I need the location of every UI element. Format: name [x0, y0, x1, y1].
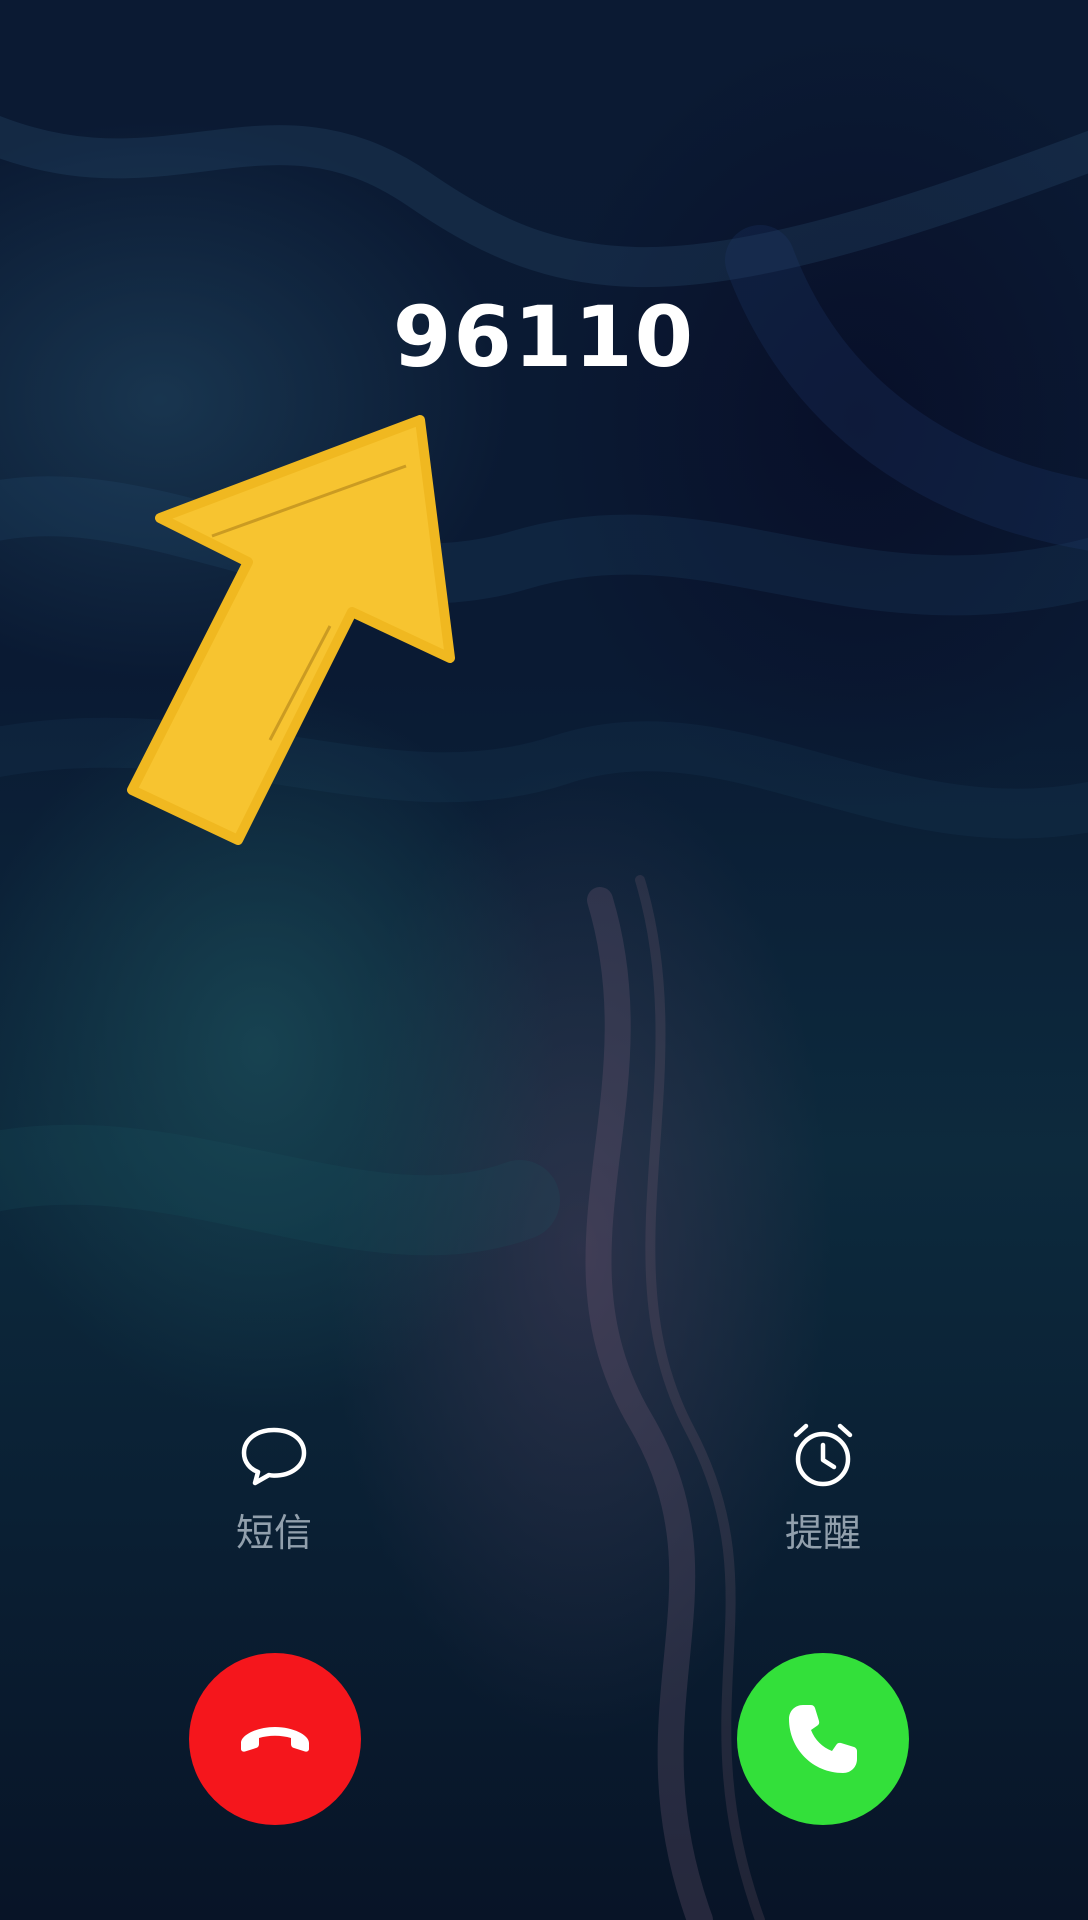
message-bubble-icon: [241, 1427, 307, 1486]
arrow-up-right-icon: [127, 415, 455, 845]
remind-me-button[interactable]: 提醒: [723, 1420, 923, 1556]
remind-label: 提醒: [784, 1511, 861, 1555]
alarm-clock-icon: [793, 1423, 853, 1487]
decline-call-button[interactable]: [189, 1653, 361, 1825]
phone-answer-icon: [789, 1705, 857, 1773]
message-label: 短信: [235, 1511, 312, 1555]
accept-call-button[interactable]: [737, 1653, 909, 1825]
caller-number: 96110: [392, 288, 696, 386]
message-reply-button[interactable]: 短信: [174, 1420, 374, 1556]
phone-hangup-icon: [241, 1727, 309, 1752]
